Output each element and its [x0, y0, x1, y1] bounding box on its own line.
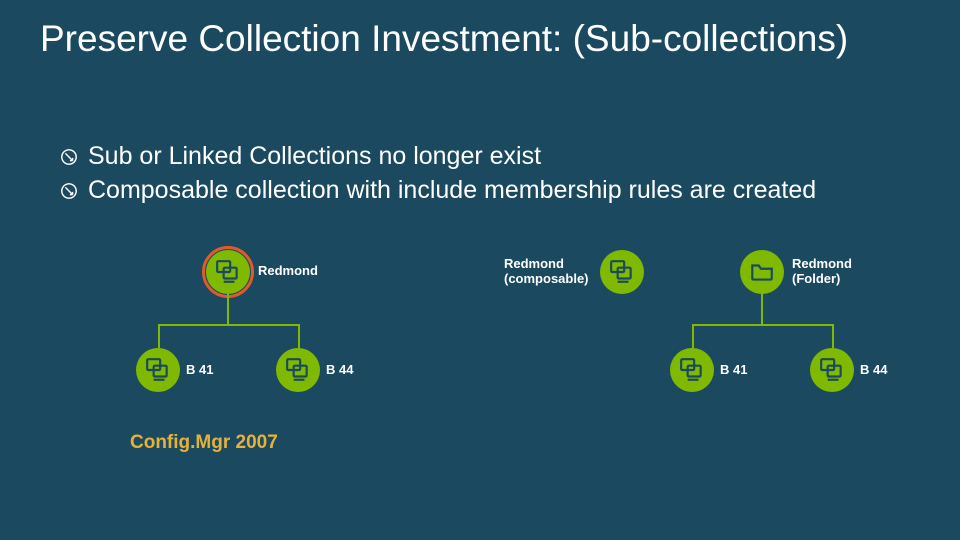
- node-label-redmond: Redmond: [258, 264, 318, 279]
- node-label-redmond-composable: Redmond (composable): [504, 257, 589, 287]
- collection-node-b44-left: [276, 348, 320, 392]
- node-label-b41-left: B 41: [186, 363, 213, 378]
- folder-icon: [749, 259, 775, 285]
- connector-line: [158, 324, 300, 326]
- collection-node-b44-right: [810, 348, 854, 392]
- diagram-stage: Redmond B 41 B 44 Config.Mgr 2007 Redmon…: [0, 0, 960, 540]
- collection-node-b41-right: [670, 348, 714, 392]
- connector-line: [692, 324, 694, 348]
- folder-node-redmond: [740, 250, 784, 294]
- node-label-redmond-folder: Redmond (Folder): [792, 257, 852, 287]
- node-label-b44-left: B 44: [326, 363, 353, 378]
- connector-line: [692, 324, 834, 326]
- connector-line: [832, 324, 834, 348]
- connector-line: [158, 324, 160, 348]
- collection-icon: [679, 357, 705, 383]
- connector-line: [227, 294, 229, 324]
- connector-line: [761, 294, 763, 324]
- collection-icon: [285, 357, 311, 383]
- connector-line: [298, 324, 300, 348]
- left-tree-caption: Config.Mgr 2007: [130, 432, 278, 454]
- node-label-b41-right: B 41: [720, 363, 747, 378]
- collection-icon: [819, 357, 845, 383]
- collection-node-b41-left: [136, 348, 180, 392]
- node-label-b44-right: B 44: [860, 363, 887, 378]
- collection-node-redmond-composable: [600, 250, 644, 294]
- collection-icon: [145, 357, 171, 383]
- collection-icon: [215, 259, 241, 285]
- collection-icon: [609, 259, 635, 285]
- collection-node-redmond: [206, 250, 250, 294]
